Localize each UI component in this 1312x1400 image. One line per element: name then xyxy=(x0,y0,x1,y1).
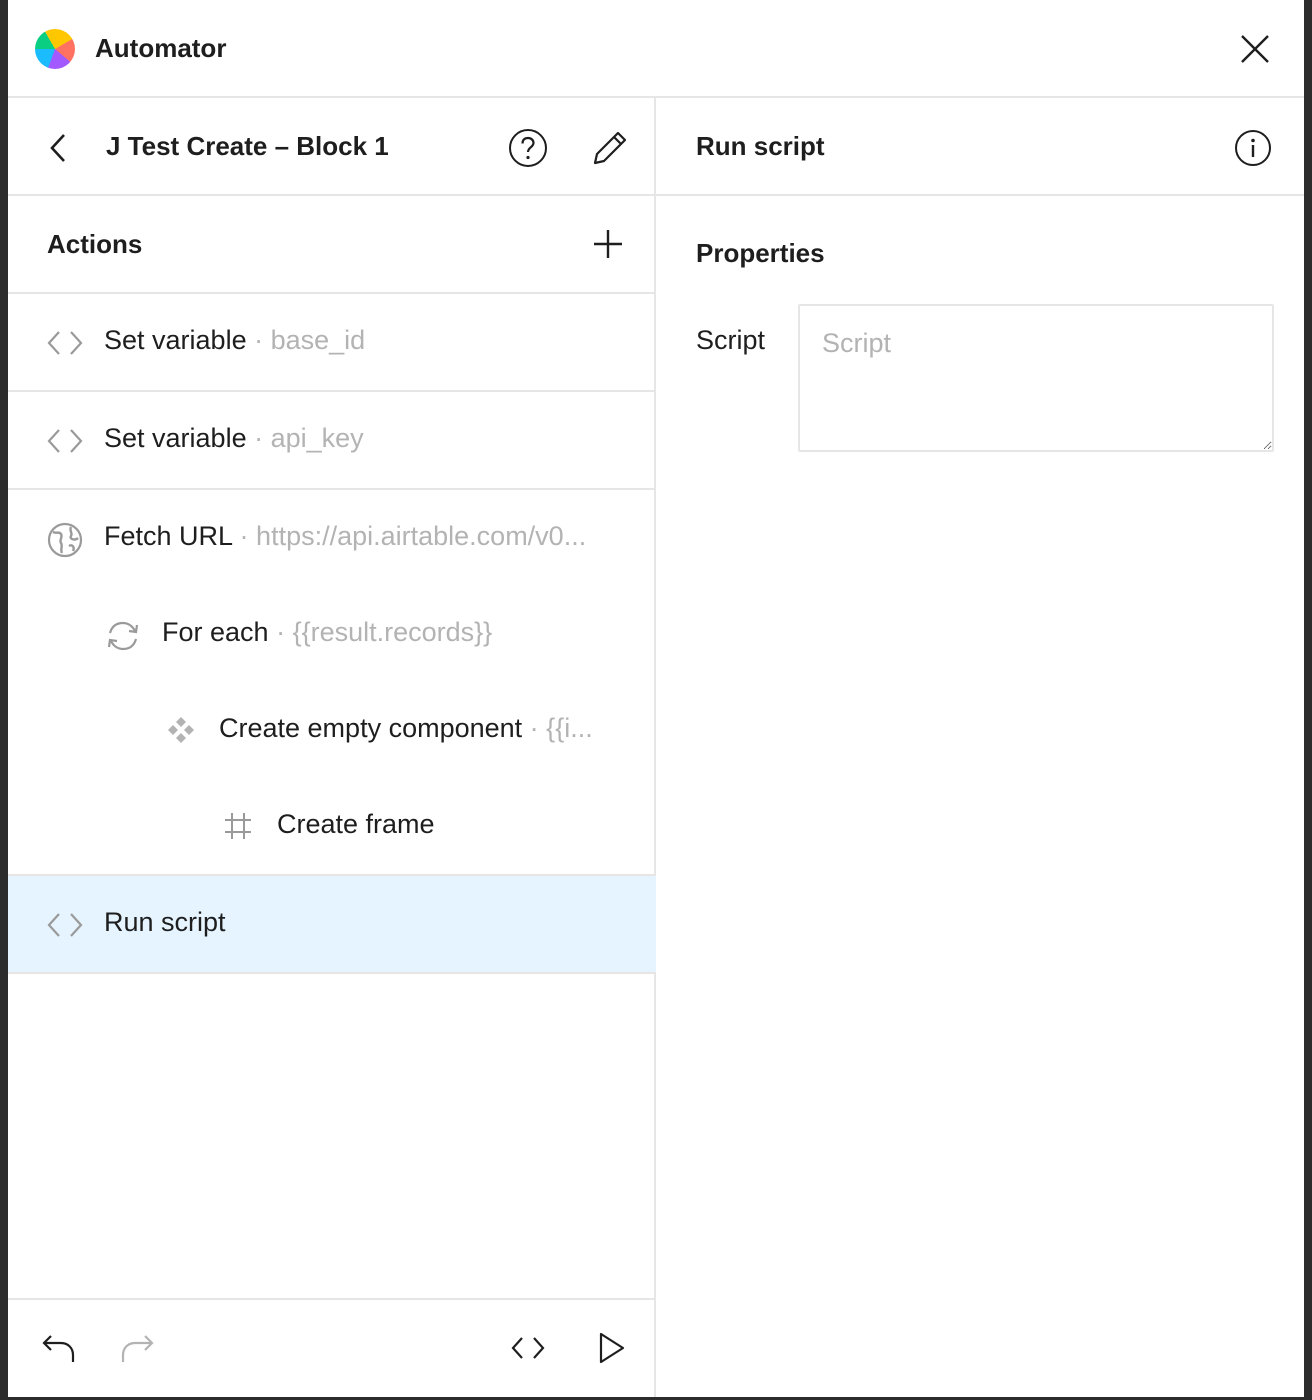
info-button[interactable] xyxy=(1234,129,1272,167)
component-icon xyxy=(165,714,199,748)
code-view-button[interactable] xyxy=(510,1330,546,1366)
action-label: Run script xyxy=(104,907,226,938)
question-icon xyxy=(509,129,547,167)
info-icon xyxy=(1235,130,1271,166)
action-detail-header: Run script xyxy=(656,98,1304,196)
close-button[interactable] xyxy=(1237,31,1273,67)
action-detail: https://api.airtable.com/v0... xyxy=(256,521,587,551)
action-name: For each xyxy=(162,617,269,647)
properties-title: Properties xyxy=(696,238,825,268)
undo-icon xyxy=(42,1335,75,1362)
action-label: Set variable · base_id xyxy=(104,325,365,356)
bottom-toolbar xyxy=(8,1298,654,1397)
workflow-header: J Test Create – Block 1 xyxy=(8,98,654,196)
action-detail: api_key xyxy=(270,423,364,453)
workflow-title: J Test Create – Block 1 xyxy=(106,131,389,161)
frame-icon xyxy=(222,810,256,844)
plus-icon xyxy=(594,230,622,258)
back-button[interactable] xyxy=(44,132,72,164)
code-icon xyxy=(47,326,83,360)
action-name: Create empty component xyxy=(219,713,523,743)
action-row-create-empty-component[interactable]: Create empty component · {{i... xyxy=(8,682,656,780)
action-separator: · xyxy=(232,521,257,551)
action-separator: · xyxy=(268,617,293,647)
action-separator: · xyxy=(246,325,271,355)
redo-icon xyxy=(121,1335,154,1362)
action-name: Run script xyxy=(104,907,226,937)
action-label: Fetch URL · https://api.airtable.com/v0.… xyxy=(104,521,586,552)
action-label: For each · {{result.records}} xyxy=(162,617,492,648)
selected-action-title: Run script xyxy=(696,131,825,161)
action-name: Fetch URL xyxy=(104,521,233,551)
action-row-set-variable-api-key[interactable]: Set variable · api_key xyxy=(8,392,656,490)
action-row-run-script[interactable]: Run script xyxy=(8,876,656,974)
action-row-set-variable-base-id[interactable]: Set variable · base_id xyxy=(8,294,656,392)
code-icon xyxy=(511,1337,545,1359)
loop-icon xyxy=(105,618,139,652)
action-label: Set variable · api_key xyxy=(104,423,364,454)
action-detail: base_id xyxy=(270,325,366,355)
action-separator: · xyxy=(522,713,547,743)
title-bar: Automator xyxy=(8,0,1304,98)
action-label: Create empty component · {{i... xyxy=(219,713,593,744)
automator-logo-icon xyxy=(35,29,75,69)
globe-icon xyxy=(47,522,83,558)
action-row-create-frame[interactable]: Create frame xyxy=(8,778,656,876)
close-icon xyxy=(1241,35,1269,63)
action-detail: {{result.records}} xyxy=(292,617,493,647)
action-detail: {{i... xyxy=(546,713,593,743)
help-button[interactable] xyxy=(508,128,548,168)
app-title: Automator xyxy=(95,33,227,63)
code-icon xyxy=(47,424,83,458)
redo-button[interactable] xyxy=(119,1330,155,1366)
chevron-left-icon xyxy=(50,134,65,162)
action-name: Set variable xyxy=(104,423,247,453)
properties-pane: Run script Properties Script xyxy=(656,98,1304,1397)
actions-header: Actions xyxy=(8,196,654,294)
action-separator: · xyxy=(246,423,271,453)
action-row-for-each[interactable]: For each · {{result.records}} xyxy=(8,586,656,684)
add-action-button[interactable] xyxy=(592,228,624,260)
edit-button[interactable] xyxy=(590,128,630,168)
pencil-icon xyxy=(593,131,627,165)
code-icon xyxy=(47,908,83,942)
action-label: Create frame xyxy=(277,809,435,840)
action-name: Set variable xyxy=(104,325,247,355)
undo-button[interactable] xyxy=(41,1330,77,1366)
script-label: Script xyxy=(696,325,766,355)
actions-pane: J Test Create – Block 1 Actions Set vari… xyxy=(8,98,656,1397)
actions-title: Actions xyxy=(47,229,143,259)
run-button[interactable] xyxy=(592,1330,628,1366)
action-row-fetch-url[interactable]: Fetch URL · https://api.airtable.com/v0.… xyxy=(8,490,656,588)
automator-window: Automator J Test Create – Block 1 Action… xyxy=(8,0,1304,1397)
script-input[interactable] xyxy=(798,304,1274,452)
action-name: Create frame xyxy=(277,809,435,839)
play-icon xyxy=(599,1332,625,1364)
